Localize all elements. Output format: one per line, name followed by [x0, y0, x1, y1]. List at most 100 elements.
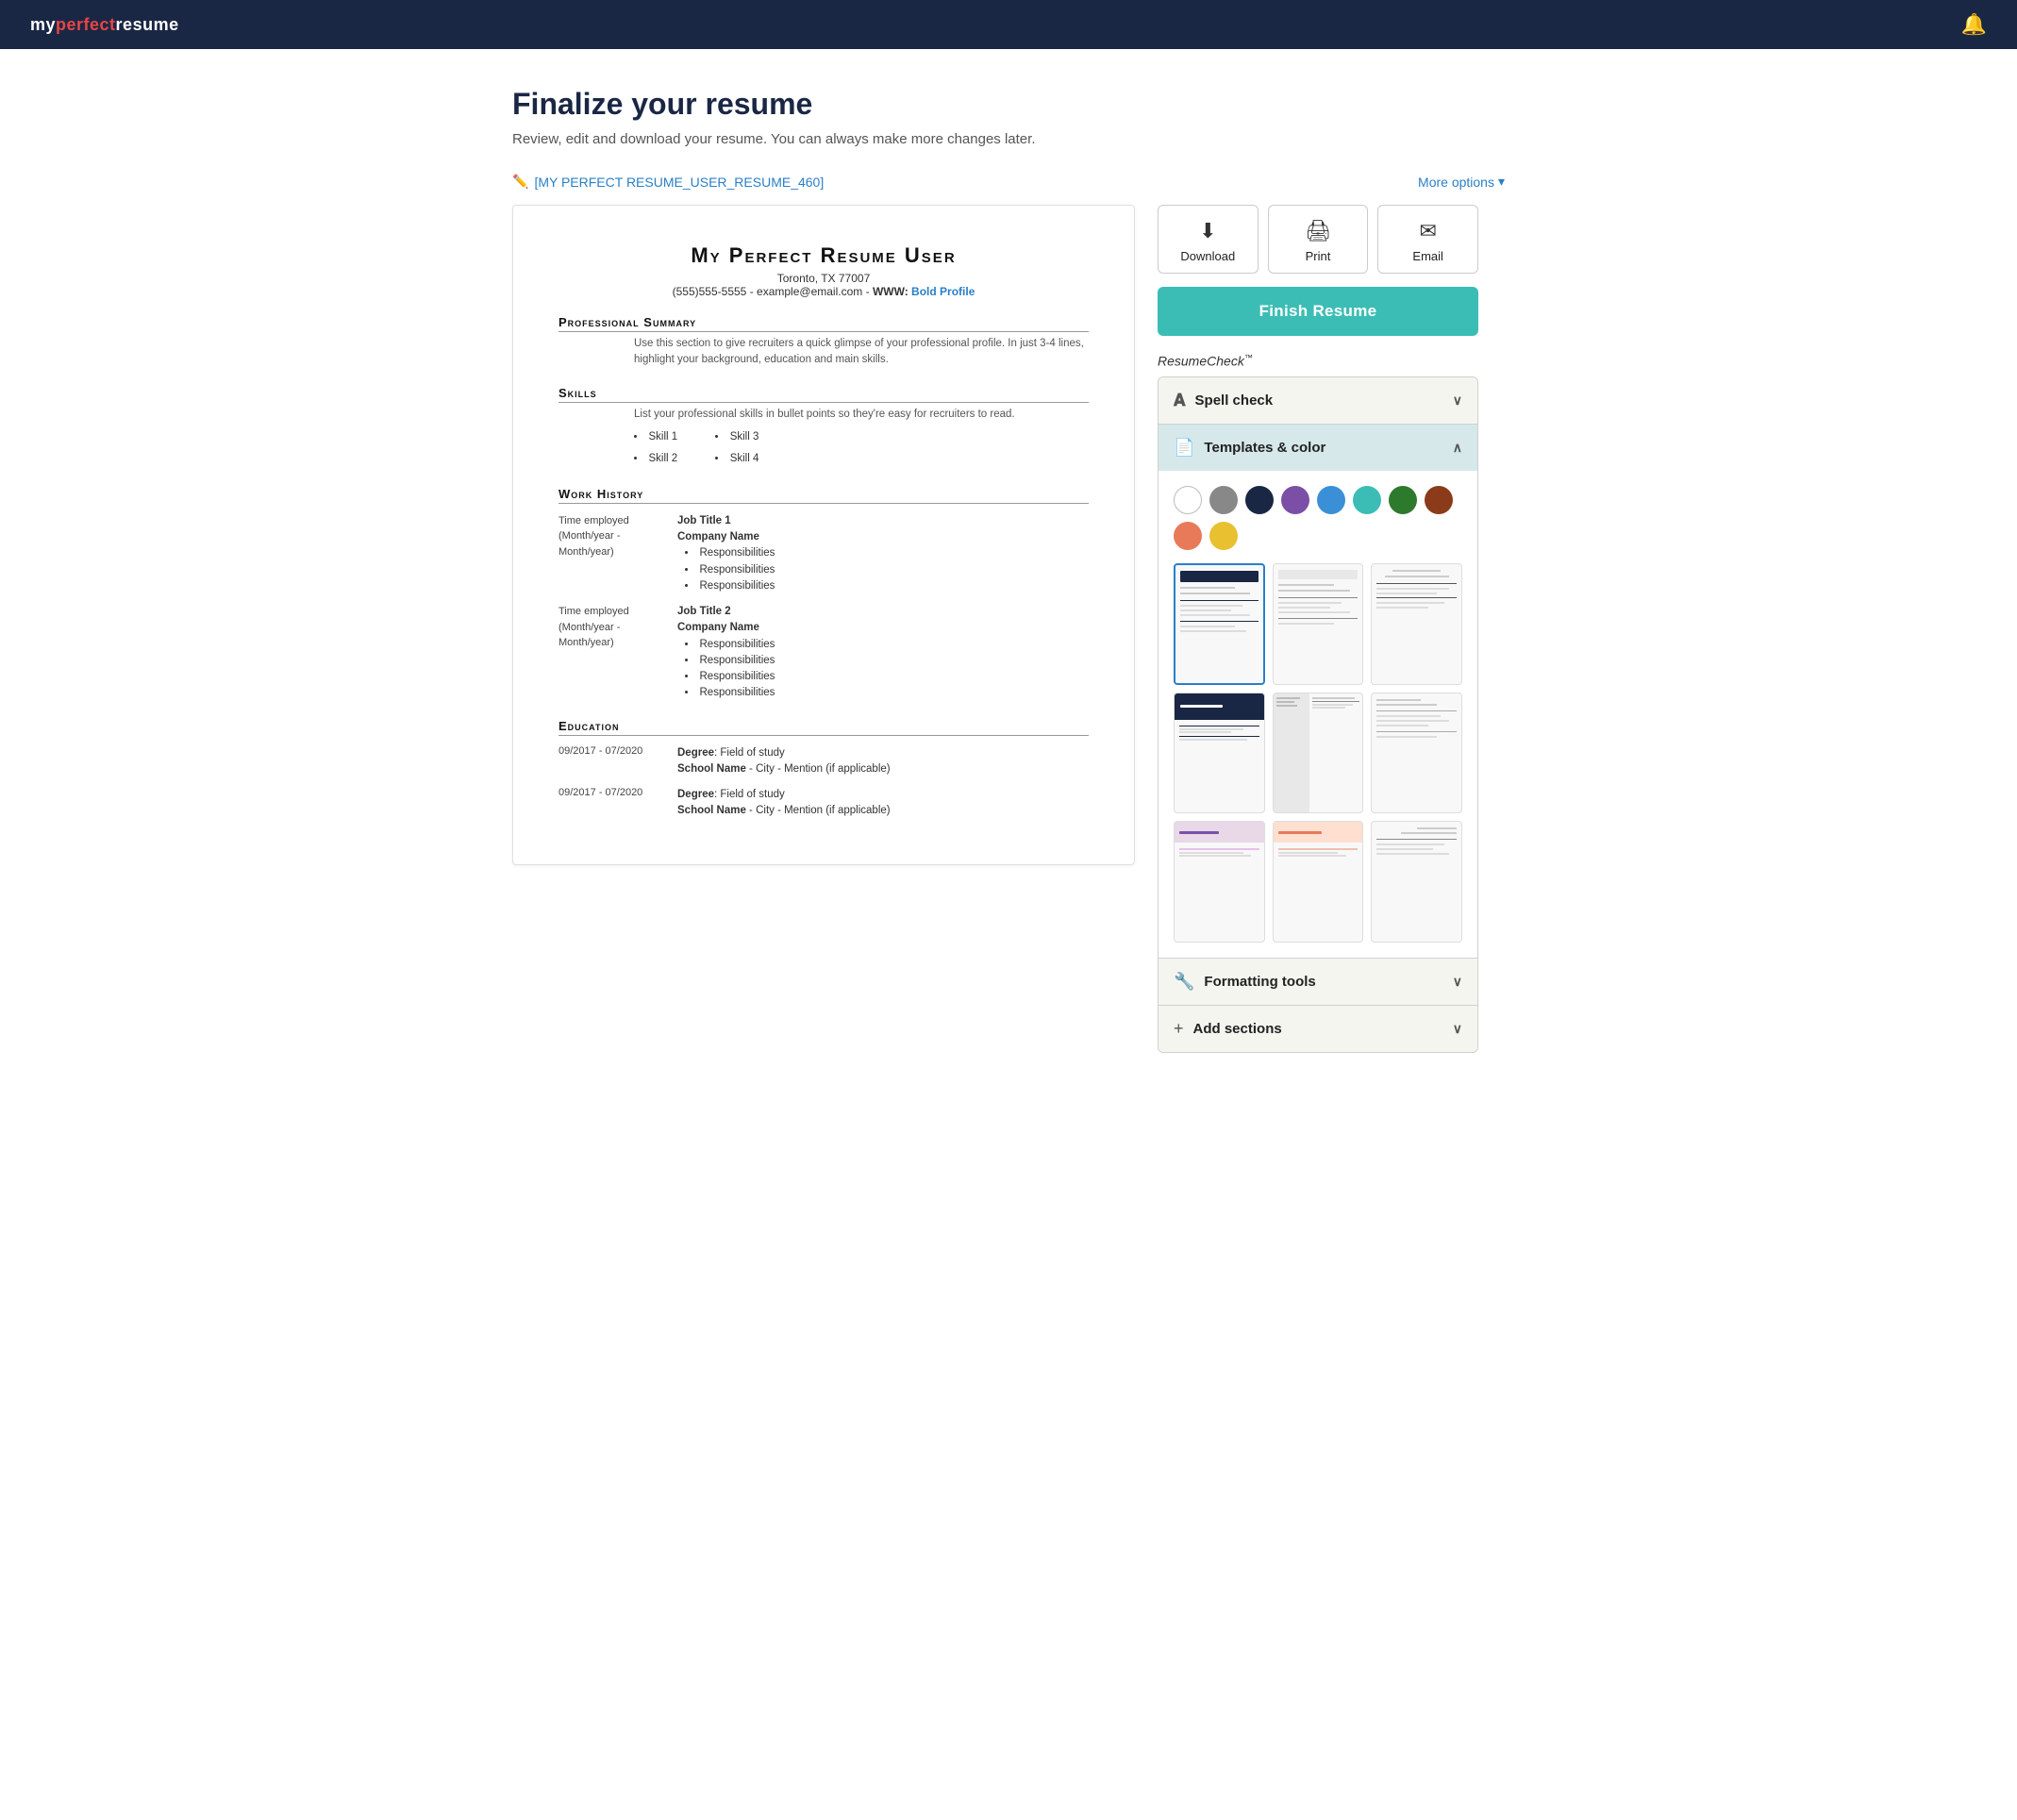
logo-perfect: perfect — [56, 15, 116, 34]
page-subtitle: Review, edit and download your resume. Y… — [512, 131, 1505, 147]
finish-resume-button[interactable]: Finish Resume — [1158, 287, 1478, 336]
resume-name: My Perfect Resume User — [558, 243, 1089, 268]
template-thumb-4[interactable] — [1174, 693, 1265, 814]
template-thumb-7[interactable] — [1174, 821, 1265, 943]
swatch-teal[interactable] — [1353, 486, 1381, 514]
swatch-gray[interactable] — [1209, 486, 1238, 514]
resume-work-detail-1: Job Title 1 Company Name Responsibilitie… — [677, 513, 775, 594]
resume-work-date-1: Time employed(Month/year -Month/year) — [558, 513, 662, 594]
edu-degree-1: Degree — [677, 747, 714, 759]
resume-section-education: Education — [558, 719, 1089, 736]
resume-section-work-history: Work History — [558, 487, 1089, 504]
skill-4: Skill 4 — [715, 448, 758, 470]
resume-edu-row-2: 09/2017 - 07/2020 Degree: Field of study… — [558, 787, 1089, 820]
main-layout: My Perfect Resume User Toronto, TX 77007… — [512, 205, 1505, 1053]
formatting-tools-label: Formatting tools — [1204, 974, 1315, 990]
swatch-green[interactable] — [1389, 486, 1417, 514]
file-name-text: [MY PERFECT RESUME_USER_RESUME_460] — [534, 175, 824, 190]
resume-check-text: ResumeCheck — [1158, 354, 1244, 369]
swatch-yellow[interactable] — [1209, 522, 1238, 550]
color-swatches — [1174, 486, 1462, 550]
swatch-brown[interactable] — [1425, 486, 1453, 514]
job-title-2: Job Title 2 — [677, 606, 731, 617]
swatch-purple[interactable] — [1281, 486, 1309, 514]
add-sections-header-left: + Add sections — [1174, 1019, 1282, 1039]
resume-edu-date-1: 09/2017 - 07/2020 — [558, 745, 662, 778]
chevron-down-icon: ▾ — [1498, 174, 1505, 190]
resume-contact: Toronto, TX 77007 (555)555-5555 - exampl… — [558, 272, 1089, 298]
template-thumb-6[interactable] — [1371, 693, 1462, 814]
add-sections-header[interactable]: + Add sections ∨ — [1159, 1006, 1477, 1052]
templates-icon: 📄 — [1174, 438, 1194, 458]
print-label: Print — [1306, 249, 1331, 263]
resume-edu-detail-1: Degree: Field of study School Name - Cit… — [677, 745, 891, 778]
resume-work-date-2: Time employed(Month/year -Month/year) — [558, 604, 662, 702]
swatch-navy[interactable] — [1245, 486, 1274, 514]
templates-color-header-left: 📄 Templates & color — [1174, 438, 1325, 458]
spell-check-label: Spell check — [1195, 392, 1274, 409]
page-title: Finalize your resume — [512, 87, 1505, 122]
resume-check-label: ResumeCheck™ — [1158, 353, 1478, 369]
bell-icon[interactable]: 🔔 — [1961, 12, 1987, 37]
template-thumb-2[interactable] — [1273, 563, 1364, 685]
add-sections-icon: + — [1174, 1019, 1184, 1039]
right-panel: ⬇ Download 🖨 Print ✉ Email Finish Resume… — [1158, 205, 1478, 1053]
resume-work-detail-2: Job Title 2 Company Name Responsibilitie… — [677, 604, 775, 702]
spell-check-header-left: 𝐀 Spell check — [1174, 391, 1273, 410]
resume-work-row-1: Time employed(Month/year -Month/year) Jo… — [558, 513, 1089, 594]
job-title-1: Job Title 1 — [677, 515, 731, 526]
templates-color-body — [1159, 471, 1477, 959]
edu-school-1: School Name — [677, 763, 746, 775]
spell-check-chevron: ∨ — [1453, 392, 1462, 409]
spell-check-header[interactable]: 𝐀 Spell check ∨ — [1159, 377, 1477, 424]
more-options-label: More options — [1418, 175, 1494, 190]
swatch-white[interactable] — [1174, 486, 1202, 514]
more-options-button[interactable]: More options ▾ — [1418, 174, 1505, 190]
formatting-tools-header[interactable]: 🔧 Formatting tools ∨ — [1159, 959, 1477, 1005]
resume-skills-grid: Skill 1 Skill 2 Skill 3 Skill 4 — [634, 426, 1089, 470]
resume-email: example@email.com — [757, 285, 862, 298]
email-button[interactable]: ✉ Email — [1377, 205, 1478, 274]
formatting-tools-header-left: 🔧 Formatting tools — [1174, 972, 1316, 992]
template-grid — [1174, 563, 1462, 943]
action-buttons: ⬇ Download 🖨 Print ✉ Email — [1158, 205, 1478, 274]
resume-edu-detail-2: Degree: Field of study School Name - Cit… — [677, 787, 891, 820]
formatting-tools-chevron: ∨ — [1453, 974, 1462, 990]
print-button[interactable]: 🖨 Print — [1268, 205, 1369, 274]
logo[interactable]: myperfectresume — [30, 15, 179, 35]
resume-email-separator: - — [750, 285, 757, 298]
add-sections-chevron: ∨ — [1453, 1021, 1462, 1037]
template-thumb-9[interactable] — [1371, 821, 1462, 943]
resume-section-skills: Skills — [558, 386, 1089, 403]
skill-3: Skill 3 — [715, 426, 758, 448]
edu-school-2: School Name — [677, 805, 746, 816]
swatch-blue[interactable] — [1317, 486, 1345, 514]
resume-section-professional-summary: Professional Summary — [558, 315, 1089, 332]
download-label: Download — [1180, 249, 1235, 263]
accordion: 𝐀 Spell check ∨ 📄 Templates & color ∧ — [1158, 376, 1478, 1054]
file-name[interactable]: ✏️ [MY PERFECT RESUME_USER_RESUME_460] — [512, 174, 824, 190]
template-thumb-5[interactable] — [1273, 693, 1364, 814]
resume-phone: (555)555-5555 — [673, 285, 747, 298]
template-thumb-3[interactable] — [1371, 563, 1462, 685]
accordion-add-sections: + Add sections ∨ — [1159, 1006, 1477, 1052]
swatch-salmon[interactable] — [1174, 522, 1202, 550]
file-bar: ✏️ [MY PERFECT RESUME_USER_RESUME_460] M… — [512, 174, 1505, 190]
resume-work-row-2: Time employed(Month/year -Month/year) Jo… — [558, 604, 1089, 702]
company-name-2: Company Name — [677, 622, 759, 633]
template-thumb-1[interactable] — [1174, 563, 1265, 685]
skill-2: Skill 2 — [634, 448, 677, 470]
resume-www-label: - WWW: — [866, 285, 911, 298]
resume-skills-intro: List your professional skills in bullet … — [634, 407, 1089, 423]
email-icon: ✉ — [1419, 219, 1436, 243]
resume-preview: My Perfect Resume User Toronto, TX 77007… — [512, 205, 1135, 865]
templates-color-header[interactable]: 📄 Templates & color ∧ — [1159, 425, 1477, 471]
resp-1-3: Responsibilities — [685, 578, 775, 594]
template-thumb-8[interactable] — [1273, 821, 1364, 943]
logo-resume: resume — [116, 15, 179, 34]
resp-2-4: Responsibilities — [685, 685, 775, 701]
resume-bold-profile-link[interactable]: Bold Profile — [911, 285, 975, 298]
navbar: myperfectresume 🔔 — [0, 0, 2017, 49]
templates-color-chevron: ∧ — [1453, 440, 1462, 456]
download-button[interactable]: ⬇ Download — [1158, 205, 1259, 274]
